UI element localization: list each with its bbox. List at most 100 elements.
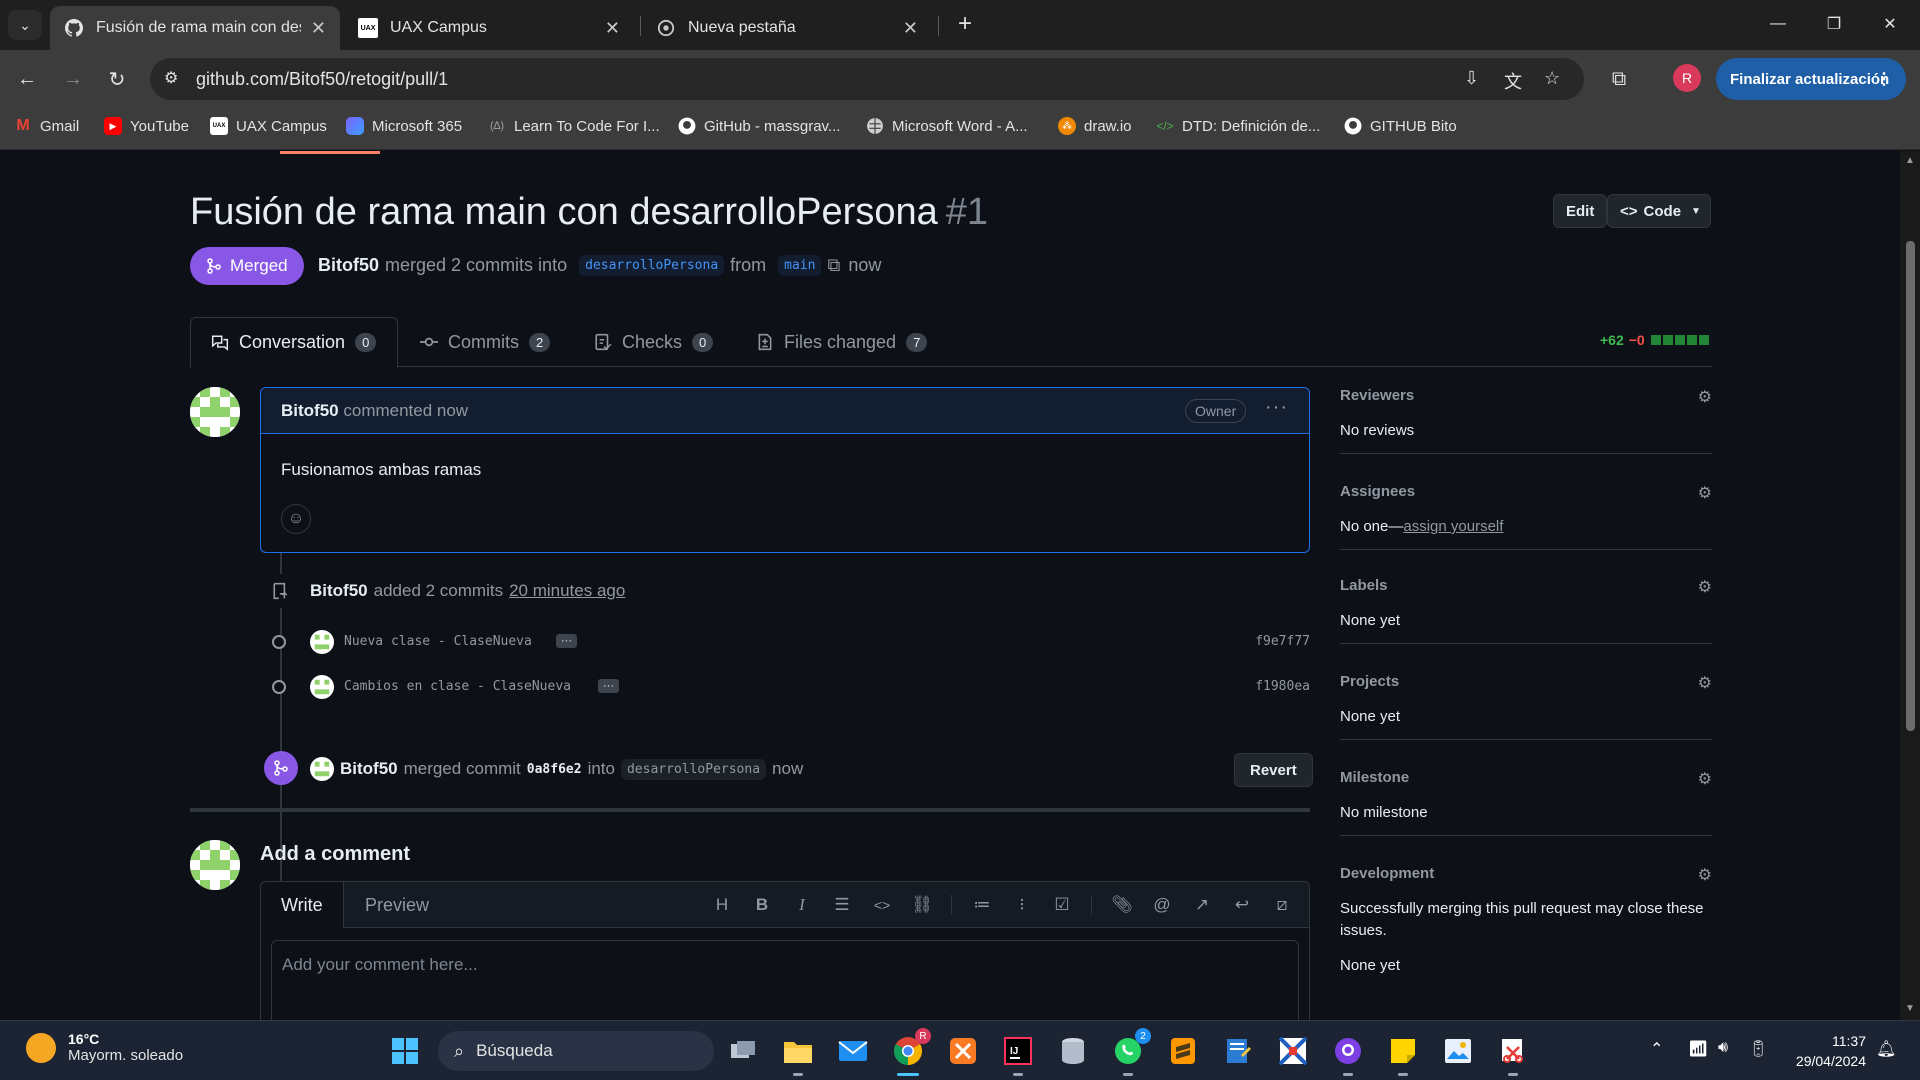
milestone-heading[interactable]: Milestone: [1340, 769, 1409, 786]
mail-icon[interactable]: [834, 1032, 872, 1070]
database-icon[interactable]: [1054, 1032, 1092, 1070]
diffstat[interactable]: +62 −0: [1600, 332, 1711, 348]
tab-conversation[interactable]: Conversation 0: [190, 317, 398, 368]
bookmark-drawio[interactable]: ⁂ draw.io: [1058, 117, 1132, 135]
code-icon[interactable]: <>: [871, 894, 893, 916]
close-window-icon[interactable]: ✕: [1862, 0, 1918, 48]
gear-icon[interactable]: ⚙: [1698, 865, 1712, 885]
comment-textarea[interactable]: Add your comment here...: [271, 940, 1299, 1020]
preview-tab[interactable]: Preview: [345, 882, 449, 928]
battery-icon[interactable]: 🔋︎: [1748, 1039, 1768, 1059]
push-author[interactable]: Bitof50: [310, 581, 368, 601]
notification-bell-icon[interactable]: 🔔︎: [1876, 1039, 1896, 1059]
gear-icon[interactable]: ⚙: [1698, 577, 1712, 597]
numbered-list-icon[interactable]: ≔: [971, 894, 993, 916]
labels-heading[interactable]: Labels: [1340, 577, 1388, 594]
tab-files-changed[interactable]: Files changed 7: [736, 317, 947, 367]
tab-commits[interactable]: Commits 2: [400, 317, 570, 367]
intellij-icon[interactable]: IJ: [999, 1032, 1037, 1076]
head-branch[interactable]: main: [778, 255, 822, 276]
sticky-notes-icon[interactable]: [1384, 1032, 1422, 1076]
commit-message-link[interactable]: Cambios en clase - ClaseNueva: [344, 679, 571, 694]
bookmark-youtube[interactable]: ▶ YouTube: [104, 117, 189, 135]
forward-arrow-icon[interactable]: →: [56, 62, 90, 96]
snipping-tool-icon[interactable]: [1494, 1032, 1532, 1076]
close-tab-icon[interactable]: ✕: [605, 18, 620, 39]
sublime-text-icon[interactable]: [1164, 1032, 1202, 1070]
scroll-down-icon[interactable]: ▼: [1905, 1003, 1915, 1014]
assignees-heading[interactable]: Assignees: [1340, 483, 1415, 500]
code-button[interactable]: <> Code ▼: [1607, 194, 1711, 228]
expand-commit-button[interactable]: ···: [598, 679, 619, 693]
bookmark-microsoft365[interactable]: Microsoft 365: [346, 117, 462, 135]
tab-search-button[interactable]: ⌄: [8, 10, 42, 40]
volume-icon[interactable]: 🔊︎: [1718, 1039, 1728, 1057]
install-app-icon[interactable]: ⇩: [1464, 68, 1479, 89]
tab-checks[interactable]: Checks 0: [574, 317, 733, 367]
address-bar[interactable]: ⚙ github.com/Bitof50/retogit/pull/1 ⇩ 文 …: [150, 58, 1584, 100]
revert-button[interactable]: Revert: [1234, 753, 1313, 787]
file-explorer-icon[interactable]: [779, 1032, 817, 1076]
taskbar-search[interactable]: ⌕ Búsqueda: [438, 1031, 714, 1071]
extensions-icon[interactable]: ⧉: [1602, 62, 1636, 96]
commit-sha-link[interactable]: f9e7f77: [1255, 634, 1310, 649]
windows-start-icon[interactable]: [386, 1032, 424, 1070]
quote-icon[interactable]: ☰: [831, 894, 853, 916]
merge-target-branch[interactable]: desarrolloPersona: [620, 758, 767, 780]
finish-update-button[interactable]: Finalizar actualización ⋮: [1716, 58, 1906, 100]
development-heading[interactable]: Development: [1340, 865, 1434, 882]
task-list-icon[interactable]: ☑: [1051, 894, 1073, 916]
task-view-icon[interactable]: [724, 1032, 762, 1070]
url-text[interactable]: github.com/Bitof50/retogit/pull/1: [196, 69, 448, 90]
scroll-up-icon[interactable]: ▲: [1905, 155, 1915, 166]
write-tab[interactable]: Write: [261, 882, 344, 928]
edit-button[interactable]: Edit: [1553, 194, 1608, 228]
comment-author[interactable]: Bitof50: [281, 401, 339, 420]
comment-author-avatar[interactable]: [190, 387, 240, 437]
commit-author-avatar[interactable]: [310, 675, 334, 704]
add-reaction-icon[interactable]: ☺: [281, 504, 311, 534]
commit-author-avatar[interactable]: [310, 630, 334, 659]
minimize-icon[interactable]: —: [1750, 0, 1806, 48]
browser-tab-github-pr[interactable]: Fusión de rama main con desarrollo… ✕: [50, 6, 340, 50]
reload-icon[interactable]: ↻: [100, 62, 134, 96]
translate-icon[interactable]: 文: [1504, 68, 1522, 94]
back-arrow-icon[interactable]: ←: [10, 62, 44, 96]
bold-icon[interactable]: B: [751, 894, 773, 916]
assign-yourself-link[interactable]: assign yourself: [1403, 518, 1503, 535]
commit-sha-link[interactable]: f1980ea: [1255, 679, 1310, 694]
bookmark-star-icon[interactable]: ☆: [1544, 68, 1560, 89]
link-icon[interactable]: ⛓: [911, 894, 933, 916]
github-desktop-icon[interactable]: [1329, 1032, 1367, 1076]
browser-tab-uax[interactable]: UAX UAX Campus ✕: [344, 6, 634, 50]
merge-commit-sha[interactable]: 0a8f6e2: [527, 762, 582, 777]
bookmark-dtd[interactable]: </> DTD: Definición de...: [1156, 117, 1320, 135]
weather-widget[interactable]: 16°C Mayorm. soleado: [26, 1031, 183, 1064]
gear-icon[interactable]: ⚙: [1698, 769, 1712, 789]
reply-icon[interactable]: ↩: [1231, 894, 1253, 916]
gear-icon[interactable]: ⚙: [1698, 673, 1712, 693]
new-tab-button[interactable]: +: [950, 10, 980, 40]
close-tab-icon[interactable]: ✕: [311, 18, 326, 39]
cross-reference-icon[interactable]: ↗: [1191, 894, 1213, 916]
site-info-icon[interactable]: ⚙: [164, 68, 178, 88]
bookmark-freecodecamp[interactable]: (∆) Learn To Code For I...: [488, 117, 660, 135]
mention-icon[interactable]: @: [1151, 894, 1173, 916]
close-tab-icon[interactable]: ✕: [903, 18, 918, 39]
base-branch[interactable]: desarrolloPersona: [579, 255, 725, 276]
whatsapp-icon[interactable]: 2: [1109, 1028, 1151, 1076]
photos-icon[interactable]: [1439, 1032, 1477, 1070]
bookmark-github-massgrav[interactable]: GitHub - massgrav...: [678, 117, 840, 135]
slash-commands-icon[interactable]: ⧄: [1271, 894, 1293, 916]
restore-icon[interactable]: ❐: [1806, 0, 1862, 48]
pr-author-link[interactable]: Bitof50: [318, 255, 379, 276]
bookmark-uax[interactable]: UAX UAX Campus: [210, 117, 327, 135]
page-scrollbar[interactable]: ▲ ▼: [1900, 151, 1920, 1020]
current-user-avatar[interactable]: [190, 840, 240, 890]
more-menu-icon[interactable]: ⋮: [1876, 69, 1892, 89]
profile-avatar[interactable]: R: [1673, 64, 1701, 92]
commit-message-link[interactable]: Nueva clase - ClaseNueva: [344, 634, 532, 649]
projects-heading[interactable]: Projects: [1340, 673, 1399, 690]
drawing-app-icon[interactable]: [1274, 1032, 1312, 1070]
italic-icon[interactable]: I: [791, 894, 813, 916]
